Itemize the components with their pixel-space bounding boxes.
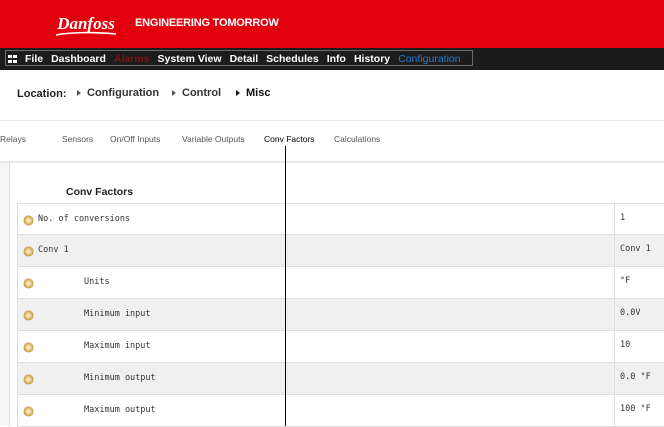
value-cell[interactable]: 0.0 °F: [614, 363, 664, 394]
table-row[interactable]: No. of conversions 1: [17, 203, 664, 235]
tab-bar: Relays Sensors On/Off Inputs Variable Ou…: [0, 121, 664, 163]
triangle-right-icon: [236, 90, 240, 96]
location-bar: Location: Configuration Control Misc: [0, 70, 664, 121]
nav-item-info[interactable]: Info: [327, 53, 346, 65]
parameter-value: °F: [620, 276, 631, 286]
parameter-label: Units: [84, 277, 110, 287]
table-row[interactable]: Minimum input 0.0V: [17, 299, 664, 331]
nav-item-dashboard[interactable]: Dashboard: [51, 53, 106, 65]
main-navbar: File Dashboard Alarms System View Detail Sche…: [0, 48, 664, 70]
parameter-label: Minimum input: [84, 309, 151, 319]
location-label: Location:: [17, 88, 67, 100]
parameter-value: Conv 1: [620, 244, 651, 254]
parameter-value: 1: [620, 213, 626, 223]
tab-variable-outputs[interactable]: Variable Outputs: [182, 134, 245, 144]
value-cell[interactable]: 0.0V: [614, 299, 664, 330]
nav-item-system-view[interactable]: System View: [158, 53, 222, 65]
parameter-value: 0.0V: [620, 308, 641, 318]
value-cell[interactable]: Conv 1: [614, 235, 664, 266]
section-title: Conv Factors: [66, 186, 134, 198]
gear-icon[interactable]: [23, 340, 34, 353]
nav-item-schedules[interactable]: Schedules: [266, 53, 319, 65]
table-row[interactable]: Maximum output 100 °F: [17, 395, 664, 427]
breadcrumb-label: Misc: [246, 87, 271, 99]
breadcrumb-label: Control: [182, 87, 222, 99]
breadcrumb-label: Configuration: [87, 87, 160, 99]
tab-relays[interactable]: Relays: [0, 134, 26, 144]
value-cell[interactable]: 1: [614, 204, 664, 235]
nav-item-configuration[interactable]: Configuration: [398, 53, 460, 65]
tab-calculations[interactable]: Calculations: [334, 134, 380, 144]
value-cell[interactable]: °F: [614, 267, 664, 298]
gear-icon[interactable]: [23, 372, 34, 385]
header-tagline: ENGINEERING TOMORROW: [135, 17, 279, 29]
parameter-label: No. of conversions: [38, 214, 131, 224]
grid-menu-icon[interactable]: [8, 54, 18, 64]
svg-text:Danfoss: Danfoss: [56, 14, 115, 33]
breadcrumb-misc[interactable]: Misc: [236, 87, 270, 99]
tab-on-off-inputs[interactable]: On/Off Inputs: [110, 134, 160, 144]
nav-item-history[interactable]: History: [354, 53, 390, 65]
tab-sensors[interactable]: Sensors: [62, 134, 93, 144]
table-row[interactable]: Minimum output 0.0 °F: [17, 363, 664, 395]
triangle-right-icon: [77, 90, 81, 96]
nav-item-detail[interactable]: Detail: [230, 53, 259, 65]
table-row[interactable]: Conv 1 Conv 1: [17, 235, 664, 267]
parameter-table: No. of conversions 1 Conv 1 Conv 1 Units °F Mi…: [17, 203, 664, 427]
parameter-label: Maximum input: [84, 341, 151, 351]
value-cell[interactable]: 100 °F: [614, 395, 664, 426]
parameter-value: 100 °F: [620, 404, 651, 414]
app-header: Danfoss ENGINEERING TOMORROW: [0, 0, 664, 48]
nav-item-file[interactable]: File: [25, 53, 43, 65]
breadcrumb-configuration[interactable]: Configuration: [77, 87, 159, 99]
parameter-label: Conv 1: [38, 245, 69, 255]
content-card: Conv Factors No. of conversions 1 Conv 1 Co…: [9, 163, 664, 427]
breadcrumb-control[interactable]: Control: [172, 87, 221, 99]
content-panel: Conv Factors No. of conversions 1 Conv 1 Co…: [0, 163, 664, 427]
gear-icon[interactable]: [23, 308, 34, 321]
nav-item-alarms[interactable]: Alarms: [114, 53, 150, 65]
triangle-right-icon: [172, 90, 176, 96]
gear-icon[interactable]: [23, 213, 34, 226]
tab-conv-factors[interactable]: Conv Factors: [264, 134, 315, 144]
value-cell[interactable]: 10: [614, 331, 664, 362]
table-row[interactable]: Units °F: [17, 267, 664, 299]
table-row[interactable]: Maximum input 10: [17, 331, 664, 363]
parameter-value: 0.0 °F: [620, 372, 651, 382]
nav-items: File Dashboard Alarms System View Detail Sche…: [8, 51, 469, 67]
gear-icon[interactable]: [23, 276, 34, 289]
parameter-label: Maximum output: [84, 405, 156, 415]
parameter-label: Minimum output: [84, 373, 156, 383]
parameter-value: 10: [620, 340, 631, 350]
text-cursor-line: [285, 146, 286, 426]
gear-icon[interactable]: [23, 404, 34, 417]
danfoss-logo: Danfoss: [50, 11, 122, 43]
gear-icon[interactable]: [23, 244, 34, 257]
